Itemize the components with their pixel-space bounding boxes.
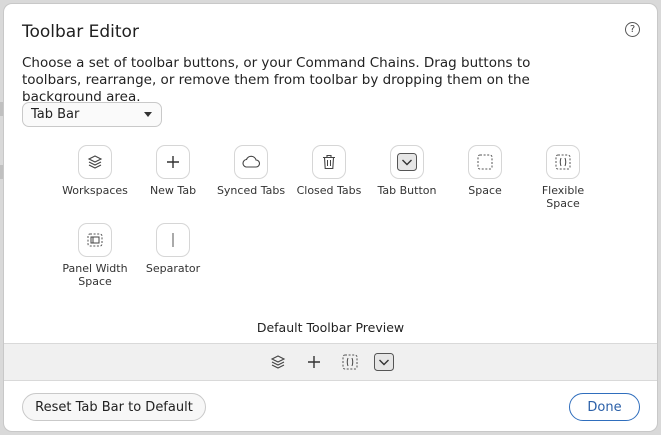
flexible-space-icon (555, 154, 571, 170)
toolbar-editor-dialog: Toolbar Editor ? Choose a set of toolbar… (4, 4, 657, 431)
separator-icon (172, 233, 174, 247)
tool-label: Tab Button (377, 184, 437, 197)
tool-label: Separator (145, 262, 201, 275)
plus-icon (308, 356, 320, 368)
tool-tab-button[interactable]: Tab Button (368, 145, 446, 198)
tool-flexible-space[interactable]: Flexible Space (524, 145, 602, 210)
trash-icon (323, 154, 335, 170)
tool-label: Workspaces (62, 184, 128, 197)
flexible-space-icon (342, 354, 358, 370)
tool-button (78, 145, 112, 179)
reset-tab-bar-button[interactable]: Reset Tab Bar to Default (22, 393, 206, 421)
toolbar-preview-bar[interactable] (4, 343, 657, 381)
tool-button (78, 223, 112, 257)
tool-label: New Tab (149, 184, 197, 197)
layers-icon (87, 155, 103, 169)
tool-space[interactable]: Space (446, 145, 524, 198)
caret-down-icon (144, 112, 152, 117)
tool-synced-tabs[interactable]: Synced Tabs (212, 145, 290, 198)
tool-label: Closed Tabs (296, 184, 362, 197)
chevron-down-icon (374, 353, 394, 371)
tool-label: Flexible Space (541, 184, 585, 210)
preview-item-workspaces[interactable] (268, 352, 288, 372)
plus-icon (167, 156, 179, 168)
tool-new-tab[interactable]: New Tab (134, 145, 212, 198)
layers-icon (270, 355, 286, 369)
dialog-description: Choose a set of toolbar buttons, or your… (22, 55, 531, 105)
tool-button (156, 223, 190, 257)
tool-separator[interactable]: Separator (134, 223, 212, 276)
tool-workspaces[interactable]: Workspaces (56, 145, 134, 198)
panel-width-space-icon (87, 233, 103, 247)
preview-item-tab-button[interactable] (373, 352, 395, 372)
dropdown-selected-value: Tab Bar (31, 107, 80, 122)
tool-label: Panel Width Space (62, 262, 128, 288)
dashed-square-icon (477, 154, 493, 170)
chevron-down-icon (397, 153, 417, 171)
done-button[interactable]: Done (569, 393, 640, 421)
preview-item-new-tab[interactable] (304, 352, 324, 372)
tool-closed-tabs[interactable]: Closed Tabs (290, 145, 368, 198)
tool-label: Synced Tabs (216, 184, 286, 197)
preview-label: Default Toolbar Preview (256, 320, 405, 335)
toolbar-select-dropdown[interactable]: Tab Bar (22, 102, 162, 127)
question-circle-icon[interactable]: ? (625, 22, 640, 37)
tool-button (546, 145, 580, 179)
cloud-icon (242, 155, 261, 168)
tool-button (156, 145, 190, 179)
dialog-title: Toolbar Editor (22, 22, 139, 42)
tool-button (390, 145, 424, 179)
tool-label: Space (468, 184, 502, 197)
tool-button (468, 145, 502, 179)
preview-item-flexible-space[interactable] (340, 352, 360, 372)
tool-button (234, 145, 268, 179)
tool-button (312, 145, 346, 179)
tool-panel-width-space[interactable]: Panel Width Space (56, 223, 134, 288)
